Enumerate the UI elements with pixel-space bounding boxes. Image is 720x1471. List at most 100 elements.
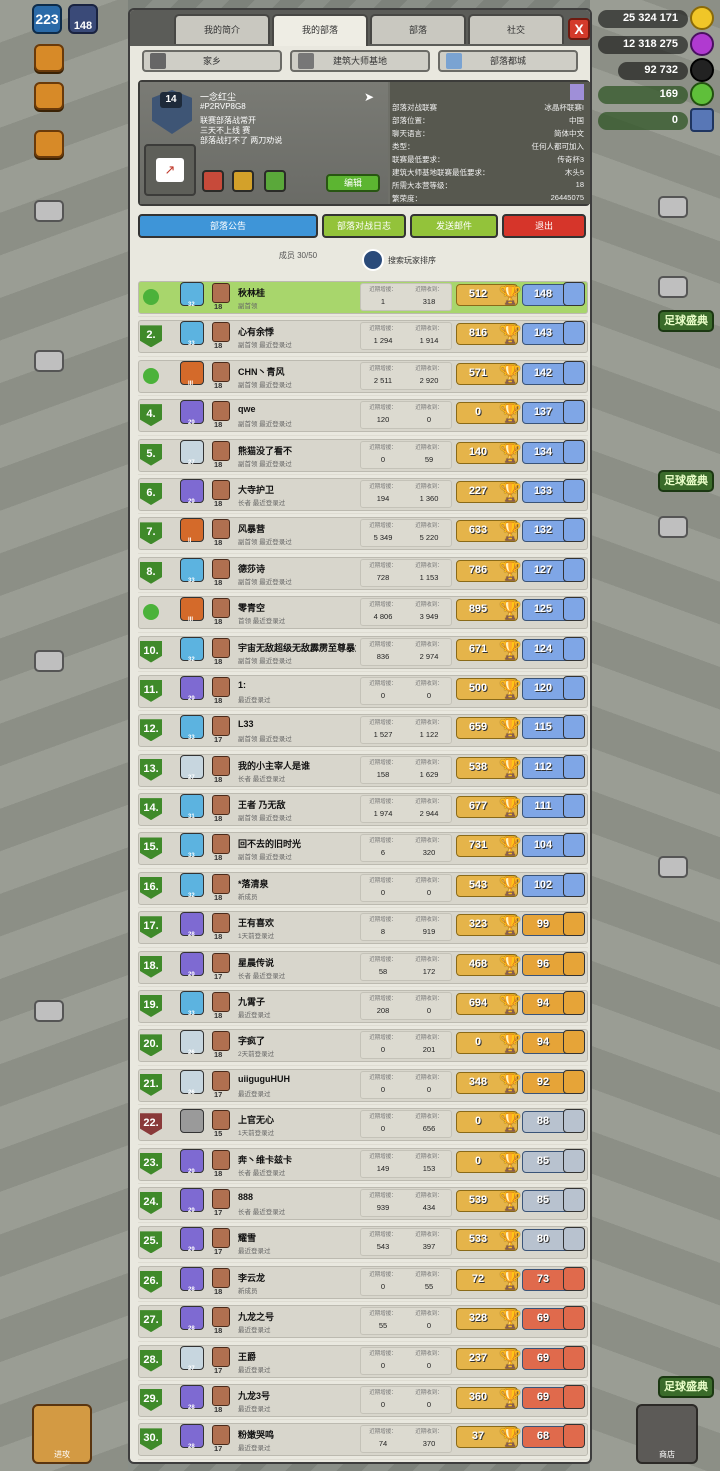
donation-stats: 近期增援： 近期收到： 158 1 629 xyxy=(360,755,452,784)
member-row[interactable]: 19. 33 18 九霄子 最近登录过 近期增援： 近期收到： 208 0 694 🏆 94 xyxy=(138,987,588,1027)
side-chip-4 xyxy=(34,1000,64,1022)
tab-clans[interactable]: 部落 xyxy=(370,14,466,44)
member-row[interactable]: 6. 29 18 大寺护卫 长者 最近登录过 近期增援： 近期收到： 194 1 360 227 🏆… xyxy=(138,475,588,515)
town-hall-icon xyxy=(212,1110,230,1131)
shop-button[interactable]: 商店 xyxy=(636,1404,698,1464)
member-row[interactable]: 22. 15 上官无心 1天前登录过 近期增援： 近期收到： 0 656 0 🏆 88 xyxy=(138,1105,588,1145)
trophy-count: 137 xyxy=(533,406,553,419)
member-row[interactable]: 15. 33 18 回不去的旧时光 副首领 最近登录过 近期增援： 近期收到： 6 320 731… xyxy=(138,829,588,869)
member-row[interactable]: 23. 29 18 奔丶维卡兹卡 长者 最近登录过 近期增援： 近期收到： 149 153 0 🏆 8… xyxy=(138,1145,588,1184)
donated-label: 近期增援： xyxy=(369,1389,397,1396)
experience-level-badge[interactable]: 223 xyxy=(32,4,62,34)
subtab-capital[interactable]: 部落都城 xyxy=(438,50,578,72)
member-row[interactable]: 10.3218宇宙无敌超级无敌霹雳至尊暴龙战士副首领 最近登录过近期增援：近期收… xyxy=(138,633,588,672)
member-row[interactable]: III 18 CHN丶青风 副首领 最近登录过 近期增援： 近期收到： 2 511 2 920… xyxy=(138,357,588,397)
member-row[interactable]: 30. 28 17 粉嫩哭鸣 最近登录过 近期增援： 近期收到： 74 370 37 🏆 68 xyxy=(138,1420,588,1460)
tab-my-clan[interactable]: 我的部落 xyxy=(272,14,368,46)
gems-amount: 169 xyxy=(598,86,688,104)
leave-clan-button[interactable]: 退出 xyxy=(502,214,586,238)
member-role: 长者 最近登录过 xyxy=(238,775,286,783)
event-banner-3[interactable]: 足球盛典 xyxy=(658,1376,714,1398)
donated-label: 近期增援： xyxy=(369,1271,397,1278)
tab-social[interactable]: 社交 xyxy=(468,14,564,44)
town-hall-icon xyxy=(212,401,230,422)
member-row[interactable]: 20. 26 18 字疯了 2天前登录过 近期增援： 近期收到： 0 201 0 🏆 94 xyxy=(138,1026,588,1066)
member-row[interactable]: 4. 29 18 qwe 副首领 最近登录过 近期增援： 近期收到： 120 0 0 🏆 137 xyxy=(138,396,588,436)
war-log-button[interactable]: ↗ xyxy=(144,144,196,196)
member-row[interactable]: 5. 27 18 熊猫没了看不 副首领 最近登录过 近期增援： 近期收到： 0 59 140 🏆 13… xyxy=(138,436,588,475)
perk-icon[interactable] xyxy=(202,170,224,192)
member-row[interactable]: 32 18 秋林桂 副首领 近期增援： 近期收到： 1 318 512 🏆 148 xyxy=(138,278,588,318)
send-mail-button[interactable]: 发送邮件 xyxy=(410,214,498,238)
league-flag-icon xyxy=(570,84,584,100)
member-row[interactable]: 24. 29 17 888 长者 最近登录过 近期增援： 近期收到： 939 434 539 🏆 85 xyxy=(138,1184,588,1224)
close-button[interactable]: X xyxy=(568,18,590,40)
member-row[interactable]: 28. 27 17 王爵 最近登录过 近期增援： 近期收到： 0 0 237 🏆 69 xyxy=(138,1342,588,1381)
town-hall-level: 18 xyxy=(214,420,223,430)
member-row[interactable]: 13. 27 18 我的小主宰人是谁 长者 最近登录过 近期增援： 近期收到： 158 1 62… xyxy=(138,751,588,791)
member-row[interactable]: 25. 29 17 耀雪 最近登录过 近期增援： 近期收到： 543 397 533 🏆 80 xyxy=(138,1223,588,1263)
member-row[interactable]: 27. 28 18 九龙之号 最近登录过 近期增援： 近期收到： 55 0 328 🏆 69 xyxy=(138,1302,588,1342)
tab-my-profile[interactable]: 我的简介 xyxy=(174,14,270,44)
subtab-home-label: 家乡 xyxy=(202,56,221,66)
builder-trophy-count: 677 xyxy=(468,800,488,813)
builder-trophy-count: 731 xyxy=(468,839,488,852)
war-log-button-2[interactable]: 部落对战日志 xyxy=(322,214,406,238)
sort-label[interactable]: 搜索玩家排序 xyxy=(388,255,436,266)
sort-icon[interactable] xyxy=(362,249,384,271)
attack-button[interactable]: 进攻 xyxy=(32,1404,92,1464)
detail-row: 所需大本营等级： 18 xyxy=(392,180,584,190)
trophy-icon: 🏆 xyxy=(499,994,522,1015)
share-icon[interactable]: ➤ xyxy=(364,90,374,104)
builder-trophy-count: 323 xyxy=(468,918,488,931)
hammer-icon xyxy=(298,53,314,69)
donated-value: 0 xyxy=(380,1360,386,1370)
member-row[interactable]: 26. 28 18 李云龙 新成员 近期增援： 近期收到： 0 55 72 🏆 73 xyxy=(138,1263,588,1303)
donated-label: 近期增援： xyxy=(369,799,397,806)
member-row[interactable]: III 18 零青空 首领 最近登录过 近期增援： 近期收到： 4 806 3 949 895 🏆… xyxy=(138,593,588,633)
builder-trophy-count: 37 xyxy=(471,1430,485,1443)
town-hall-icon xyxy=(212,1385,230,1406)
member-row[interactable]: 18. 29 17 星晨传说 长者 最近登录过 近期增援： 近期收到： 58 172 468 🏆 96 xyxy=(138,948,588,988)
clan-level: 14 xyxy=(160,92,182,108)
member-row[interactable]: 14. 31 18 王者 乃无敌 副首领 最近登录过 近期增援： 近期收到： 1 974 2 9… xyxy=(138,790,588,830)
trophy-count: 69 xyxy=(536,1312,550,1325)
donated-label: 近期增援： xyxy=(369,444,397,451)
troops-count-badge[interactable]: 148 xyxy=(68,4,98,34)
league-level: III xyxy=(188,380,194,387)
side-button-2[interactable] xyxy=(34,82,64,110)
donation-stats: 近期增援： 近期收到： 6 320 xyxy=(360,834,452,863)
builder-trophy-count: 0 xyxy=(474,406,482,419)
member-row[interactable]: 7. II 18 风暴营 副首领 最近登录过 近期增援： 近期收到： 5 349 5 220 63… xyxy=(138,514,588,554)
perk-icon[interactable] xyxy=(232,170,254,192)
town-hall-level: 17 xyxy=(214,1247,223,1257)
member-row[interactable]: 21. 26 17 uiiguguHUH 最近登录过 近期增援： 近期收到： 0 0 348 🏆 92 xyxy=(138,1066,588,1106)
member-row[interactable]: 17. 28 18 王有喜欢 1天前登录过 近期增援： 近期收到： 8 919 323 🏆 99 xyxy=(138,908,588,948)
clan-info-card: 14 一念红尘 #P2RVP8G8 联赛部落战常开 三天不上线 赛 部落战打不了… xyxy=(138,80,590,206)
member-row[interactable]: 11. 29 18 1: 最近登录过 近期增援： 近期收到： 0 0 500 🏆 120 xyxy=(138,672,588,712)
side-button-1[interactable] xyxy=(34,44,64,72)
member-row[interactable]: 8. 33 18 德莎诗 副首领 最近登录过 近期增援： 近期收到： 728 1 153 786 🏆… xyxy=(138,554,588,594)
received-label: 近期收到： xyxy=(415,956,443,963)
event-banner-1[interactable]: 足球盛典 xyxy=(658,310,714,332)
member-row[interactable]: 2. 33 18 心有余悸 副首领 最近登录过 近期增援： 近期收到： 1 294 1 914 8… xyxy=(138,317,588,357)
league-level: 29 xyxy=(188,695,195,702)
donation-stats: 近期增援： 近期收到： 0 0 xyxy=(360,1385,452,1414)
builder-trophy-count: 694 xyxy=(468,997,488,1010)
subtab-builder-base[interactable]: 建筑大师基地 xyxy=(290,50,430,72)
clan-announcement-button[interactable]: 部落公告 xyxy=(138,214,318,238)
town-hall-icon xyxy=(212,795,230,816)
received-value: 172 xyxy=(422,966,436,976)
trophy-count: 69 xyxy=(536,1390,550,1403)
member-row[interactable]: 12. 33 17 L33 副首领 最近登录过 近期增援： 近期收到： 1 527 1 122 6… xyxy=(138,711,588,751)
event-banner-2[interactable]: 足球盛典 xyxy=(658,470,714,492)
chat-button[interactable] xyxy=(34,130,64,158)
received-label: 近期收到： xyxy=(415,1114,443,1121)
member-row[interactable]: 29. 28 18 九龙3号 最近登录过 近期增援： 近期收到： 0 0 360 🏆 69 xyxy=(138,1381,588,1421)
edit-clan-button[interactable]: 编辑 xyxy=(326,174,380,192)
trophy-count: 112 xyxy=(534,760,552,773)
perk-icon[interactable] xyxy=(264,170,286,192)
subtab-home[interactable]: 家乡 xyxy=(142,50,282,72)
detail-row: 建筑大师基地联赛最低要求： 木头5 xyxy=(392,168,584,177)
member-row[interactable]: 16. 32 18 *落清泉 新成员 近期增援： 近期收到： 0 0 543 🏆 102 xyxy=(138,869,588,909)
